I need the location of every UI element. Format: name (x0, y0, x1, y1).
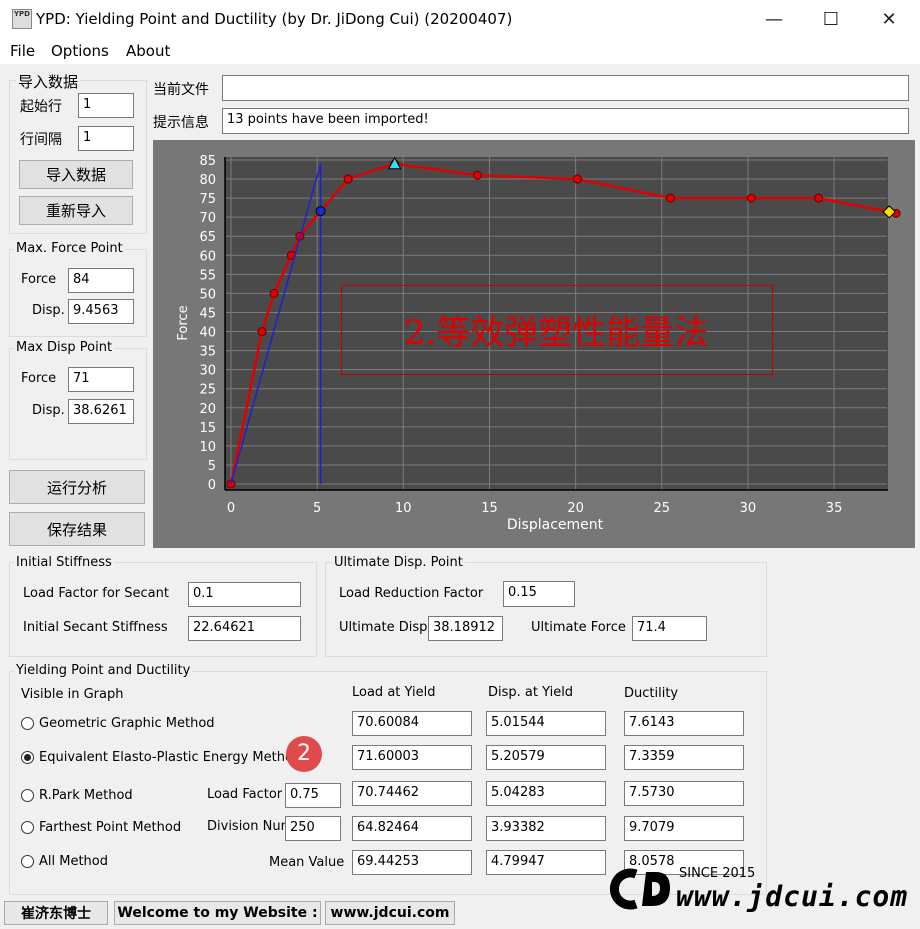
yield-point-marker (315, 206, 326, 217)
rpark-ductility-field[interactable]: 7.5730 (624, 781, 744, 806)
y-tick-label: 80 (199, 173, 216, 188)
col-ductility: Ductility (624, 686, 679, 701)
y-tick-label: 85 (199, 154, 216, 169)
y-tick-label: 70 (199, 211, 216, 226)
initial-secant-field[interactable]: 22.64621 (188, 616, 301, 641)
load-factor-secant-label: Load Factor for Secant (23, 586, 169, 601)
radio-farthest[interactable] (21, 821, 34, 834)
idealized-bilinear-line (230, 163, 322, 485)
y-tick-label: 45 (199, 306, 216, 321)
division-num-field[interactable]: 250 (285, 816, 341, 841)
x-tick-label: 30 (740, 501, 757, 516)
ultimate-disp-label: Ultimate Disp. (339, 620, 432, 635)
initial-secant-label: Initial Secant Stiffness (23, 620, 168, 635)
x-tick-label: 0 (227, 501, 235, 516)
y-tick-label: 55 (199, 268, 216, 283)
data-point (814, 193, 824, 203)
mean-load-field[interactable]: 69.44253 (352, 850, 472, 875)
y-tick-label: 40 (199, 326, 216, 341)
yielding-title: Yielding Point and Ductility (14, 663, 193, 678)
division-num-label: Division Num (207, 819, 294, 834)
step-badge: 2 (286, 736, 322, 772)
farthest-method-label[interactable]: Farthest Point Method (39, 820, 181, 835)
initial-stiffness-title: Initial Stiffness (14, 555, 114, 570)
y-tick-label: 50 (199, 287, 216, 302)
visible-in-graph-label: Visible in Graph (21, 687, 124, 702)
x-tick-label: 20 (567, 501, 584, 516)
data-point (572, 174, 582, 184)
y-tick-label: 60 (199, 249, 216, 264)
y-tick-label: 25 (199, 383, 216, 398)
radio-geometric[interactable] (21, 717, 34, 730)
x-tick-label: 5 (313, 501, 321, 516)
rpark-disp-field[interactable]: 5.04283 (486, 781, 606, 806)
ultimate-force-field[interactable]: 71.4 (632, 616, 707, 641)
y-tick-label: 75 (199, 192, 216, 207)
farthest-disp-field[interactable]: 3.93382 (486, 816, 606, 841)
y-tick-label: 15 (199, 421, 216, 436)
geometric-disp-field[interactable]: 5.01544 (486, 711, 606, 736)
mean-value-label: Mean Value (269, 855, 345, 870)
energy-load-field[interactable]: 71.60003 (352, 745, 472, 770)
website-link[interactable]: www.jdcui.com (325, 901, 455, 925)
col-disp-at-yield: Disp. at Yield (488, 685, 574, 700)
radio-rpark[interactable] (21, 789, 34, 802)
ultimate-title: Ultimate Disp. Point (332, 555, 465, 570)
geometric-method-label[interactable]: Geometric Graphic Method (39, 716, 215, 731)
data-point (343, 174, 353, 184)
x-tick-label: 25 (653, 501, 670, 516)
geometric-load-field[interactable]: 70.60084 (352, 711, 472, 736)
data-point (257, 327, 267, 337)
radio-energy[interactable] (21, 751, 34, 764)
energy-ductility-field[interactable]: 7.3359 (624, 745, 744, 770)
jdcui-logo-icon (606, 866, 674, 912)
energy-disp-field[interactable]: 5.20579 (486, 745, 606, 770)
y-tick-label: 5 (208, 459, 216, 474)
initial-stiffness-group (9, 562, 317, 657)
data-point (665, 193, 675, 203)
load-reduction-label: Load Reduction Factor (339, 586, 484, 601)
welcome-label: Welcome to my Website : (114, 901, 321, 925)
load-reduction-field[interactable]: 0.15 (503, 581, 575, 607)
col-load-at-yield: Load at Yield (352, 685, 436, 700)
data-point (269, 288, 279, 298)
farthest-ductility-field[interactable]: 9.7079 (624, 816, 744, 841)
rpark-load-factor-label: Load Factor (207, 787, 283, 802)
x-tick-label: 10 (395, 501, 412, 516)
mean-disp-field[interactable]: 4.79947 (486, 850, 606, 875)
ultimate-force-label: Ultimate Force (531, 620, 626, 635)
geometric-ductility-field[interactable]: 7.6143 (624, 711, 744, 736)
rpark-load-field[interactable]: 70.74462 (352, 781, 472, 806)
rpark-load-factor-field[interactable]: 0.75 (285, 783, 341, 808)
energy-method-label[interactable]: Equivalent Elasto-Plastic Energy Method (39, 750, 301, 765)
data-point (746, 193, 756, 203)
radio-all[interactable] (21, 855, 34, 868)
chart: 0 5 10 15 20 25 30 35 40 45 50 55 60 65 70 75 80 85 0 5 10 15… (176, 154, 901, 533)
y-tick-label: 20 (199, 402, 216, 417)
ultimate-disp-field[interactable]: 38.18912 (428, 616, 503, 641)
farthest-load-field[interactable]: 64.82464 (352, 816, 472, 841)
x-axis-label: Displacement (507, 517, 604, 533)
author-label: 崔济东博士 (4, 901, 108, 925)
rpark-method-label[interactable]: R.Park Method (39, 788, 133, 803)
y-tick-label: 30 (199, 364, 216, 379)
x-tick-label: 35 (826, 501, 843, 516)
y-tick-label: 0 (208, 478, 216, 493)
y-tick-label: 10 (199, 440, 216, 455)
data-point (472, 170, 482, 180)
since-label: SINCE 2015 (679, 866, 756, 881)
annotation-text: 2.等效弹塑性能量法 (403, 313, 709, 353)
y-axis-label: Force (176, 305, 191, 340)
load-factor-secant-field[interactable]: 0.1 (188, 582, 301, 607)
x-tick-label: 15 (481, 501, 498, 516)
ultimate-group (325, 562, 767, 657)
watermark-text: www.jdcui.com (676, 880, 909, 913)
y-tick-label: 35 (199, 345, 216, 360)
all-method-label[interactable]: All Method (39, 854, 108, 869)
y-tick-label: 65 (199, 230, 216, 245)
